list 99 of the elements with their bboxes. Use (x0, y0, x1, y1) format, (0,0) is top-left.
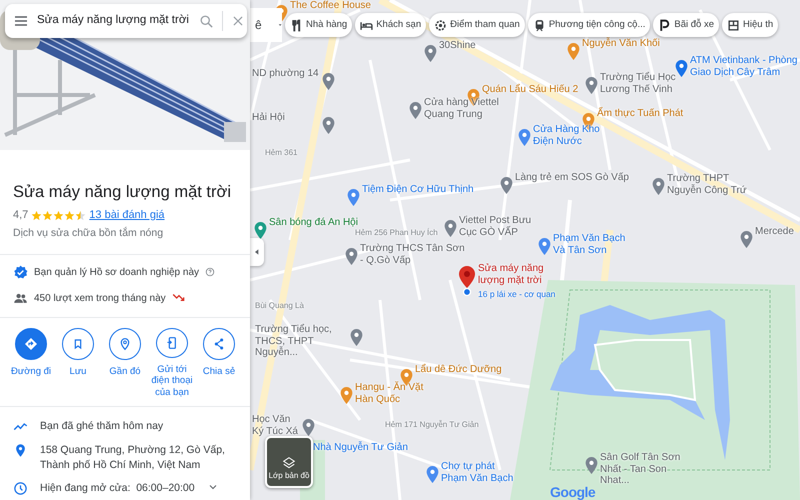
map-pin-icon[interactable] (424, 45, 437, 62)
hours-text: Hiện đang mở cửa: 06:00–20:00 (40, 481, 195, 496)
map-pin-icon[interactable] (350, 329, 363, 346)
caret-icon (253, 248, 261, 256)
place-label[interactable]: Sửa máy năng lượng mặt trời (478, 263, 548, 286)
place-label[interactable]: Hangu - Ăn Vặt Hàn Quốc (355, 382, 435, 405)
map-pin-icon[interactable] (585, 457, 598, 474)
directions-button[interactable]: Đường đi (8, 328, 54, 398)
map-pin-icon[interactable] (322, 117, 335, 134)
layers-icon (282, 456, 296, 470)
place-label[interactable]: Cửa Hàng Kho Điện Nước (533, 124, 613, 147)
place-label[interactable]: Ẩm thực Tuấn Phát (597, 108, 684, 120)
place-label[interactable]: Phạm Văn Bạch Và Tân Sơn (553, 233, 633, 256)
map-pin-icon[interactable] (740, 231, 753, 248)
street-label: Hẻm 256 Phan Huy Ích (355, 228, 438, 238)
map-pin-icon[interactable] (302, 419, 315, 436)
place-label[interactable]: Chợ tự phát Phạm Văn Bạch (441, 461, 521, 484)
action-button[interactable]: Gửi tới điện thoại của bạn (149, 328, 195, 398)
reviews-link[interactable]: 13 bài đánh giá (89, 206, 165, 224)
place-label[interactable]: Tiệm Điện Cơ Hữu Thịnh (362, 184, 474, 196)
search-icon[interactable] (199, 14, 214, 28)
map-pin-icon[interactable] (444, 220, 457, 238)
place-label[interactable]: Viettel Post Bưu Cục GÒ VẤP (459, 215, 549, 238)
rating-value: 4,7 (13, 208, 28, 223)
clock-icon (13, 481, 28, 496)
map-pin-icon[interactable] (340, 387, 353, 404)
map-pin-icon[interactable] (347, 189, 360, 206)
place-label[interactable]: Học Văn Ký Túc Xá (252, 414, 302, 437)
map-pin-icon[interactable] (322, 73, 335, 90)
google-logo: Google (550, 483, 596, 500)
search-bar[interactable]: Sửa máy năng lượng mặt trời (5, 4, 247, 38)
category-chip[interactable]: Điểm tham quan (429, 13, 525, 37)
place-label[interactable]: Sân bóng đá An Hội (269, 217, 358, 228)
street-label: Bùi Quang Là (255, 301, 304, 310)
category-chip[interactable]: Hiệu th (722, 13, 778, 37)
map-pin-icon[interactable] (426, 466, 439, 484)
star-icon (75, 210, 86, 221)
map-pin-icon[interactable] (538, 238, 551, 256)
place-label[interactable]: Trường THCS Tân Sơn - Q.Gò Vấp (360, 243, 465, 266)
action-button[interactable]: Lưu (55, 328, 101, 398)
place-label[interactable]: 16 p lái xe - cơ quan (478, 290, 556, 300)
place-label[interactable]: ATM Vietinbank - Phòng Giao Dịch Cây Trâm (690, 55, 800, 78)
verified-note: Bạn quản lý Hồ sơ doanh nghiệp này (34, 266, 200, 280)
category-chip[interactable]: Khách sạn (355, 13, 426, 37)
help-icon (205, 267, 216, 278)
map-pin-icon[interactable] (345, 248, 358, 266)
address-text: 158 Quang Trung, Phường 12, Gò Vấp, Thành phố Hồ Chí Minh, Việt Nam (40, 443, 226, 472)
verified-badge-icon (13, 264, 28, 280)
place-label[interactable]: Nguyễn Văn Khối (582, 38, 660, 50)
map-pin-icon[interactable] (652, 178, 665, 196)
map-pin-icon[interactable] (254, 222, 267, 240)
category-chip[interactable]: Nhà hàng (285, 13, 352, 37)
selected-location-pin-icon[interactable] (458, 266, 476, 296)
train-icon (532, 18, 546, 32)
views-note: 450 lượt xem trong tháng này (34, 292, 166, 306)
star-icon (31, 210, 42, 221)
map-pin-icon[interactable] (518, 129, 531, 146)
place-label[interactable]: Sân Golf Tân Sơn Nhất - Tan Son Nhat... (600, 452, 695, 486)
directions-icon (23, 336, 39, 352)
fork-knife-icon (290, 18, 303, 32)
search-field[interactable]: Sửa máy năng lượng mặt trời (37, 12, 191, 30)
place-label[interactable]: The Coffee House (290, 0, 371, 12)
collapse-panel-button[interactable] (250, 238, 264, 266)
place-label[interactable]: 30Shine (439, 40, 476, 52)
action-button[interactable]: Chia sẻ (196, 328, 242, 398)
category-text: Dịch vụ sửa chữa bồn tắm nóng (13, 226, 164, 242)
location-pin-icon (13, 443, 28, 458)
place-label[interactable]: Quán Lẩu Sáu Hiếu 2 (482, 84, 578, 96)
map-pin-icon[interactable] (500, 177, 513, 194)
place-label[interactable]: Trường THPT Nguyễn Công Trứ (667, 173, 762, 196)
landmark-icon (434, 18, 448, 32)
star-icon (42, 210, 54, 221)
map-pin-icon[interactable] (585, 77, 598, 94)
place-label[interactable]: ND phường 14 (252, 68, 319, 80)
star-icon (53, 210, 64, 221)
layers-button[interactable]: Lớp bản đồ (265, 436, 313, 488)
menu-icon[interactable] (13, 13, 29, 29)
map-pin-icon[interactable] (567, 43, 580, 60)
place-label[interactable]: Trường Tiểu Học Lương Thế Vinh (600, 72, 690, 95)
map-mode-dropdown[interactable]: ê (250, 8, 282, 42)
place-label[interactable]: Nhà Nguyễn Tư Giản (313, 442, 408, 454)
action-button[interactable]: Gần đó (102, 328, 148, 398)
category-chip[interactable]: Phương tiện công cộ... (528, 13, 650, 37)
map-pin-icon[interactable] (409, 102, 422, 120)
star-icon (64, 210, 76, 221)
street-label: Hẻm 171 Nguyễn Tư Giản (385, 420, 479, 430)
parking-icon (658, 18, 672, 32)
store-icon (727, 18, 740, 32)
place-label[interactable]: Trường Tiểu học, THCS, THPT Nguyễn... (255, 324, 350, 358)
visited-text: Bạn đã ghé thăm hôm nay (40, 419, 164, 434)
place-label[interactable]: Làng trẻ em SOS Gò Vấp (515, 172, 629, 184)
category-chip[interactable]: Bãi đỗ xe (653, 13, 720, 37)
street-label: Hẻm 361 (265, 148, 298, 158)
place-label[interactable]: Mercede (755, 226, 794, 238)
map-pin-icon[interactable] (675, 60, 688, 78)
place-title: Sửa máy năng lượng mặt trời (13, 183, 232, 203)
place-label[interactable]: Lẩu dê Đức Dưỡng (415, 364, 502, 376)
place-label[interactable]: Hải Hội (252, 112, 285, 124)
close-icon[interactable] (231, 14, 245, 28)
